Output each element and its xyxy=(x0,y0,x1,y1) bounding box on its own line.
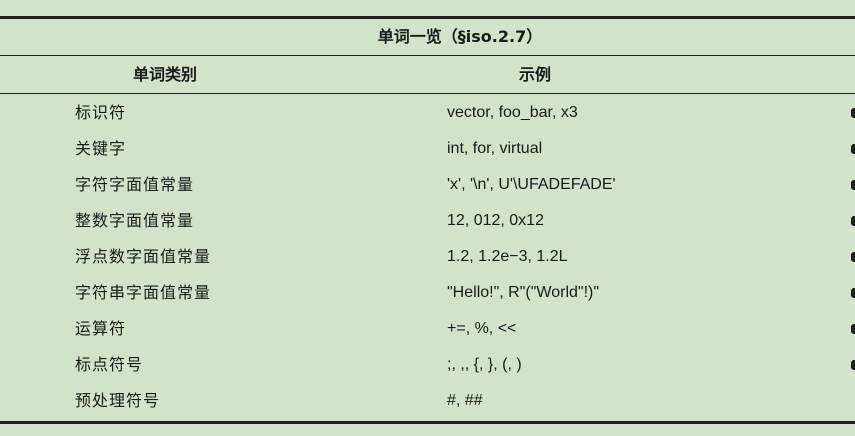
table-row: 字符字面值常量 'x', '\n', U'\UFADEFADE' xyxy=(0,167,855,203)
row-category: 运算符 xyxy=(75,319,127,338)
edge-mark xyxy=(851,108,855,118)
row-example: +=, %, << xyxy=(447,320,517,337)
row-category: 整数字面值常量 xyxy=(75,211,195,230)
row-example: 1.2, 1.2e−3, 1.2L xyxy=(447,248,568,265)
edge-mark xyxy=(851,324,855,334)
row-example: vector, foo_bar, x3 xyxy=(447,104,578,121)
row-example: 'x', '\n', U'\UFADEFADE' xyxy=(447,176,616,193)
table-caption: 单词一览（§iso.2.7） xyxy=(377,27,543,46)
row-example: "Hello!", R"("World"!)" xyxy=(447,284,600,301)
row-category: 标识符 xyxy=(75,103,127,122)
edge-mark xyxy=(851,360,855,370)
edge-mark xyxy=(851,216,855,226)
row-category: 关键字 xyxy=(75,139,127,158)
header-category: 单词类别 xyxy=(132,65,197,84)
header-divider xyxy=(0,93,855,94)
table-body: 标识符 vector, foo_bar, x3 关键字 int, for, vi… xyxy=(0,95,855,419)
table-row: 运算符 +=, %, << xyxy=(0,311,855,347)
row-example: ;, ,, {, }, (, ) xyxy=(447,356,522,373)
row-category: 预处理符号 xyxy=(75,391,161,410)
row-example: int, for, virtual xyxy=(447,140,543,157)
row-example: 12, 012, 0x12 xyxy=(447,212,544,229)
table-row: 标识符 vector, foo_bar, x3 xyxy=(0,95,855,131)
row-example: #, ## xyxy=(447,392,483,409)
page: 单词一览（§iso.2.7） 单词类别 示例 标识符 vector, foo_b… xyxy=(0,0,855,436)
table-row: 预处理符号 #, ## xyxy=(0,383,855,419)
table-row: 整数字面值常量 12, 012, 0x12 xyxy=(0,203,855,239)
table-row: 字符串字面值常量 "Hello!", R"("World"!)" xyxy=(0,275,855,311)
row-category: 字符字面值常量 xyxy=(75,175,195,194)
header-example: 示例 xyxy=(518,65,551,84)
caption-divider xyxy=(0,55,855,56)
edge-mark xyxy=(851,252,855,262)
edge-mark xyxy=(851,144,855,154)
row-category: 字符串字面值常量 xyxy=(75,283,212,302)
row-category: 浮点数字面值常量 xyxy=(75,247,212,266)
table-row: 浮点数字面值常量 1.2, 1.2e−3, 1.2L xyxy=(0,239,855,275)
edge-mark xyxy=(851,288,855,298)
edge-mark xyxy=(851,180,855,190)
table-top-rule xyxy=(0,16,855,19)
row-category: 标点符号 xyxy=(75,355,144,374)
table-row: 关键字 int, for, virtual xyxy=(0,131,855,167)
table-bottom-rule xyxy=(0,421,855,424)
table-row: 标点符号 ;, ,, {, }, (, ) xyxy=(0,347,855,383)
